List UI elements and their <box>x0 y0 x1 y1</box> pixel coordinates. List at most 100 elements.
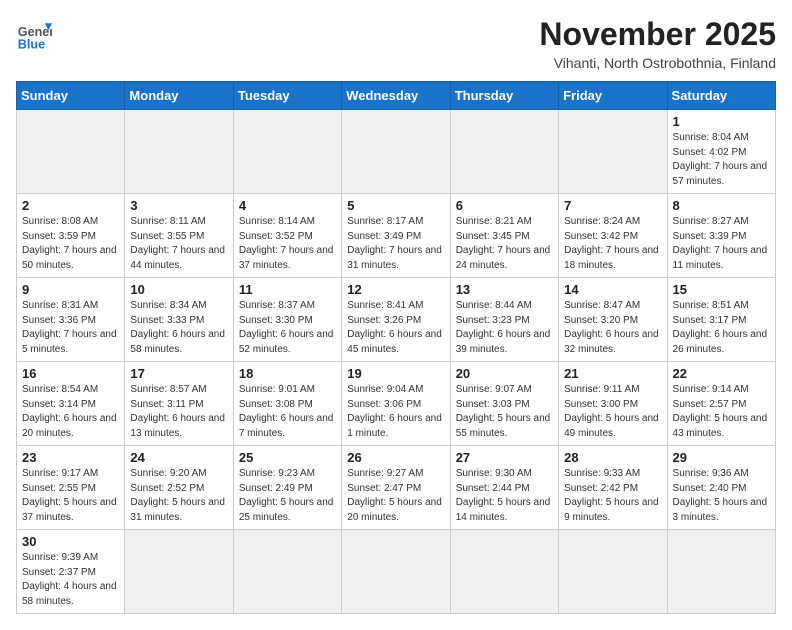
calendar-cell: 11 Sunrise: 8:37 AM Sunset: 3:30 PM Dayli… <box>233 278 341 362</box>
calendar-cell <box>559 530 667 614</box>
calendar-cell <box>667 530 775 614</box>
day-info: Sunrise: 9:39 AM Sunset: 2:37 PM Dayligh… <box>22 551 119 609</box>
month-title: November 2025 <box>539 16 776 53</box>
day-number: 3 <box>130 198 227 213</box>
day-number: 20 <box>456 366 553 381</box>
day-number: 16 <box>22 366 119 381</box>
day-info: Sunrise: 8:04 AM Sunset: 4:02 PM Dayligh… <box>673 131 770 189</box>
calendar-table: SundayMondayTuesdayWednesdayThursdayFrid… <box>16 81 776 614</box>
calendar-cell: 25 Sunrise: 9:23 AM Sunset: 2:49 PM Dayli… <box>233 446 341 530</box>
day-info: Sunrise: 9:36 AM Sunset: 2:40 PM Dayligh… <box>673 467 770 525</box>
calendar-cell: 6Sunrise: 8:21 AM Sunset: 3:45 PM Daylig… <box>450 194 558 278</box>
day-number: 22 <box>673 366 770 381</box>
calendar-cell: 10 Sunrise: 8:34 AM Sunset: 3:33 PM Dayli… <box>125 278 233 362</box>
day-number: 12 <box>347 282 444 297</box>
day-info: Sunrise: 8:54 AM Sunset: 3:14 PM Dayligh… <box>22 383 119 441</box>
day-info: Sunrise: 8:34 AM Sunset: 3:33 PM Dayligh… <box>130 299 227 357</box>
calendar-cell: 8 Sunrise: 8:27 AM Sunset: 3:39 PM Daylig… <box>667 194 775 278</box>
day-number: 4 <box>239 198 336 213</box>
day-info: Sunrise: 8:41 AM Sunset: 3:26 PM Dayligh… <box>347 299 444 357</box>
day-number: 24 <box>130 450 227 465</box>
day-number: 18 <box>239 366 336 381</box>
day-info: Sunrise: 9:11 AM Sunset: 3:00 PM Dayligh… <box>564 383 661 441</box>
calendar-week-row: 23Sunrise: 9:17 AM Sunset: 2:55 PM Dayli… <box>17 446 776 530</box>
calendar-cell: 21Sunrise: 9:11 AM Sunset: 3:00 PM Dayli… <box>559 362 667 446</box>
calendar-cell: 28Sunrise: 9:33 AM Sunset: 2:42 PM Dayli… <box>559 446 667 530</box>
calendar-cell: 5Sunrise: 8:17 AM Sunset: 3:49 PM Daylig… <box>342 194 450 278</box>
calendar-cell <box>450 530 558 614</box>
calendar-cell: 1 Sunrise: 8:04 AM Sunset: 4:02 PM Daylig… <box>667 110 775 194</box>
calendar-cell: 16 Sunrise: 8:54 AM Sunset: 3:14 PM Dayli… <box>17 362 125 446</box>
weekday-header-thursday: Thursday <box>450 82 558 110</box>
calendar-cell: 20 Sunrise: 9:07 AM Sunset: 3:03 PM Dayli… <box>450 362 558 446</box>
weekday-header-wednesday: Wednesday <box>342 82 450 110</box>
day-info: Sunrise: 8:51 AM Sunset: 3:17 PM Dayligh… <box>673 299 770 357</box>
weekday-header-friday: Friday <box>559 82 667 110</box>
day-number: 11 <box>239 282 336 297</box>
location-title: Vihanti, North Ostrobothnia, Finland <box>539 55 776 71</box>
day-number: 13 <box>456 282 553 297</box>
page-header: General Blue November 2025 Vihanti, Nort… <box>16 16 776 71</box>
weekday-header-monday: Monday <box>125 82 233 110</box>
calendar-cell <box>342 110 450 194</box>
day-number: 26 <box>347 450 444 465</box>
day-number: 30 <box>22 534 119 549</box>
calendar-cell: 17Sunrise: 8:57 AM Sunset: 3:11 PM Dayli… <box>125 362 233 446</box>
day-number: 19 <box>347 366 444 381</box>
day-info: Sunrise: 9:30 AM Sunset: 2:44 PM Dayligh… <box>456 467 553 525</box>
day-number: 2 <box>22 198 119 213</box>
day-number: 1 <box>673 114 770 129</box>
day-info: Sunrise: 8:44 AM Sunset: 3:23 PM Dayligh… <box>456 299 553 357</box>
day-number: 29 <box>673 450 770 465</box>
day-number: 8 <box>673 198 770 213</box>
calendar-cell: 22 Sunrise: 9:14 AM Sunset: 2:57 PM Dayli… <box>667 362 775 446</box>
day-info: Sunrise: 9:23 AM Sunset: 2:49 PM Dayligh… <box>239 467 336 525</box>
day-info: Sunrise: 8:31 AM Sunset: 3:36 PM Dayligh… <box>22 299 119 357</box>
calendar-cell: 13 Sunrise: 8:44 AM Sunset: 3:23 PM Dayli… <box>450 278 558 362</box>
day-number: 10 <box>130 282 227 297</box>
calendar-cell <box>125 530 233 614</box>
calendar-week-row: 1 Sunrise: 8:04 AM Sunset: 4:02 PM Daylig… <box>17 110 776 194</box>
calendar-cell <box>342 530 450 614</box>
day-info: Sunrise: 9:14 AM Sunset: 2:57 PM Dayligh… <box>673 383 770 441</box>
day-number: 14 <box>564 282 661 297</box>
day-info: Sunrise: 8:24 AM Sunset: 3:42 PM Dayligh… <box>564 215 661 273</box>
day-info: Sunrise: 8:27 AM Sunset: 3:39 PM Dayligh… <box>673 215 770 273</box>
day-info: Sunrise: 9:20 AM Sunset: 2:52 PM Dayligh… <box>130 467 227 525</box>
logo: General Blue <box>16 16 52 52</box>
calendar-cell: 2 Sunrise: 8:08 AM Sunset: 3:59 PM Daylig… <box>17 194 125 278</box>
calendar-cell: 4Sunrise: 8:14 AM Sunset: 3:52 PM Daylig… <box>233 194 341 278</box>
day-info: Sunrise: 9:04 AM Sunset: 3:06 PM Dayligh… <box>347 383 444 441</box>
calendar-cell: 9 Sunrise: 8:31 AM Sunset: 3:36 PM Daylig… <box>17 278 125 362</box>
weekday-header-sunday: Sunday <box>17 82 125 110</box>
weekday-header-row: SundayMondayTuesdayWednesdayThursdayFrid… <box>17 82 776 110</box>
calendar-cell: 15Sunrise: 8:51 AM Sunset: 3:17 PM Dayli… <box>667 278 775 362</box>
day-info: Sunrise: 8:47 AM Sunset: 3:20 PM Dayligh… <box>564 299 661 357</box>
svg-text:Blue: Blue <box>18 37 45 51</box>
day-info: Sunrise: 8:21 AM Sunset: 3:45 PM Dayligh… <box>456 215 553 273</box>
day-info: Sunrise: 8:08 AM Sunset: 3:59 PM Dayligh… <box>22 215 119 273</box>
calendar-cell: 18Sunrise: 9:01 AM Sunset: 3:08 PM Dayli… <box>233 362 341 446</box>
calendar-week-row: 16 Sunrise: 8:54 AM Sunset: 3:14 PM Dayli… <box>17 362 776 446</box>
calendar-cell: 3Sunrise: 8:11 AM Sunset: 3:55 PM Daylig… <box>125 194 233 278</box>
calendar-cell: 12 Sunrise: 8:41 AM Sunset: 3:26 PM Dayli… <box>342 278 450 362</box>
calendar-cell <box>125 110 233 194</box>
day-info: Sunrise: 8:37 AM Sunset: 3:30 PM Dayligh… <box>239 299 336 357</box>
calendar-week-row: 2 Sunrise: 8:08 AM Sunset: 3:59 PM Daylig… <box>17 194 776 278</box>
day-number: 25 <box>239 450 336 465</box>
calendar-cell <box>233 530 341 614</box>
day-info: Sunrise: 9:07 AM Sunset: 3:03 PM Dayligh… <box>456 383 553 441</box>
title-area: November 2025 Vihanti, North Ostrobothni… <box>539 16 776 71</box>
day-number: 27 <box>456 450 553 465</box>
calendar-cell: 24 Sunrise: 9:20 AM Sunset: 2:52 PM Dayli… <box>125 446 233 530</box>
day-number: 7 <box>564 198 661 213</box>
calendar-cell: 14 Sunrise: 8:47 AM Sunset: 3:20 PM Dayli… <box>559 278 667 362</box>
calendar-cell: 23Sunrise: 9:17 AM Sunset: 2:55 PM Dayli… <box>17 446 125 530</box>
weekday-header-tuesday: Tuesday <box>233 82 341 110</box>
day-info: Sunrise: 9:17 AM Sunset: 2:55 PM Dayligh… <box>22 467 119 525</box>
day-number: 9 <box>22 282 119 297</box>
day-info: Sunrise: 9:33 AM Sunset: 2:42 PM Dayligh… <box>564 467 661 525</box>
day-info: Sunrise: 9:27 AM Sunset: 2:47 PM Dayligh… <box>347 467 444 525</box>
day-number: 17 <box>130 366 227 381</box>
day-info: Sunrise: 8:17 AM Sunset: 3:49 PM Dayligh… <box>347 215 444 273</box>
